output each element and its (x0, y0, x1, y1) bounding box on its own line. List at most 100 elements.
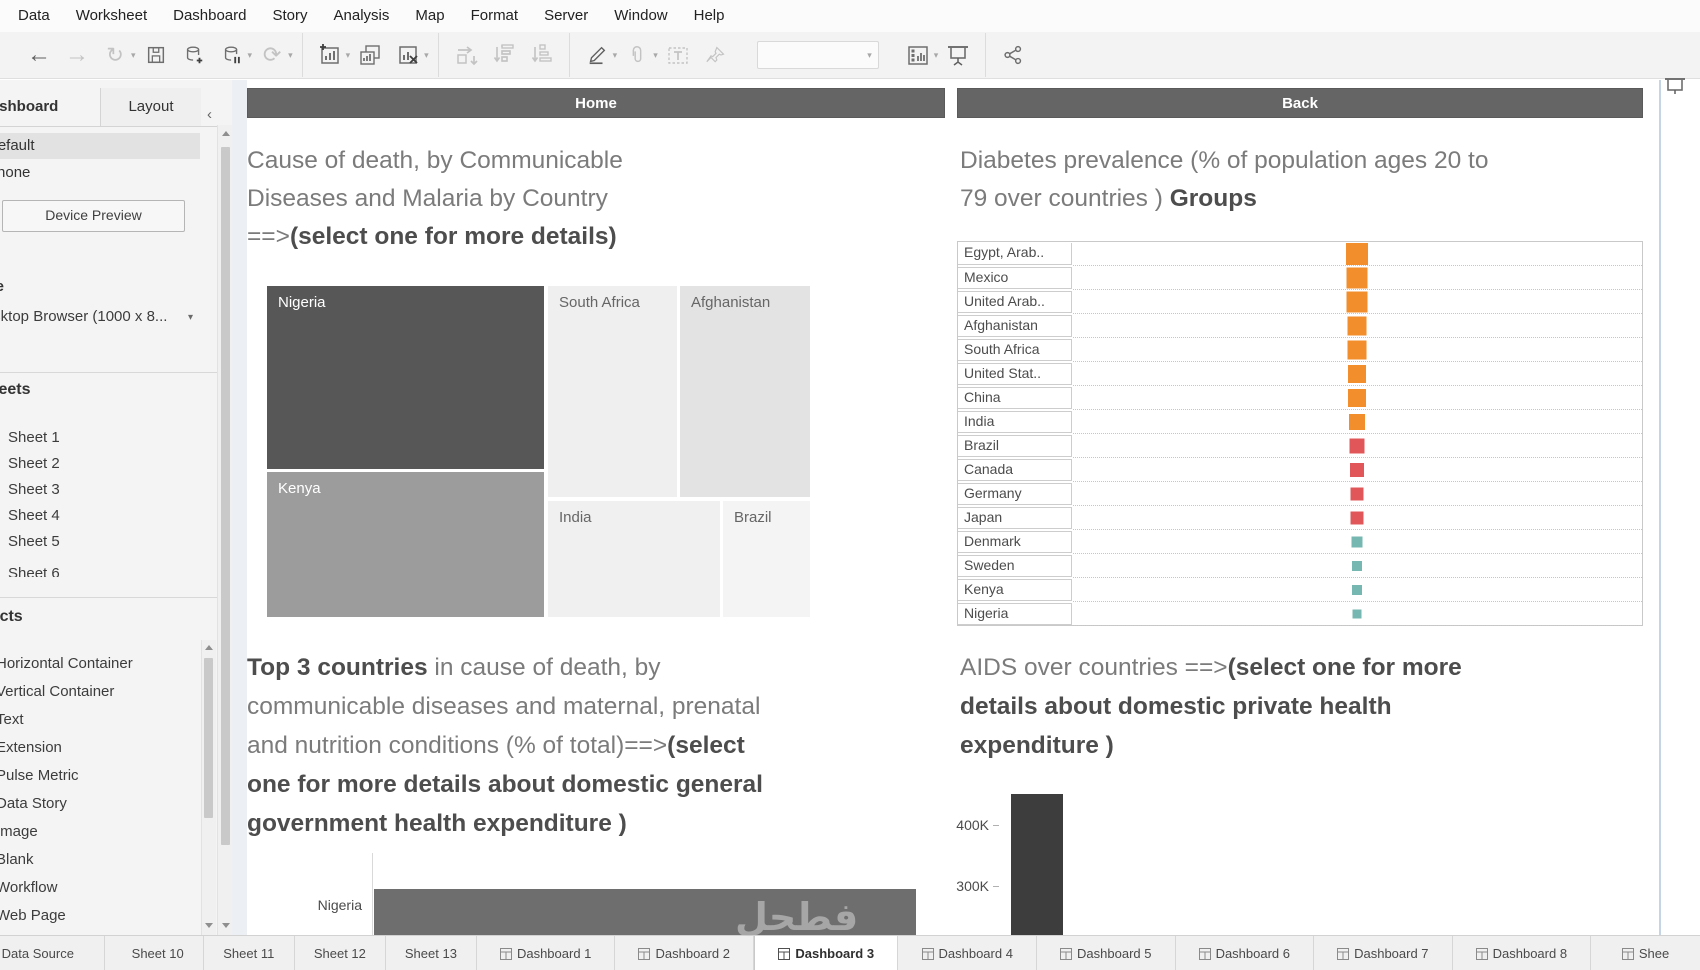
diabetes-square-mark[interactable] (1350, 462, 1364, 477)
scroll-down-icon[interactable] (222, 923, 230, 928)
back-icon[interactable]: ← (24, 38, 54, 72)
menu-dashboard[interactable]: Dashboard (160, 0, 259, 32)
clear-caret-icon[interactable]: ▾ (424, 50, 429, 61)
object-item-image[interactable]: Image (0, 820, 38, 844)
treemap-block-india[interactable]: India (547, 500, 721, 618)
diabetes-square-mark[interactable] (1351, 536, 1363, 547)
tab-sheet-13[interactable]: Sheet 13 (385, 936, 477, 970)
sort-ascending-icon[interactable] (489, 38, 519, 72)
object-item-workflow[interactable]: Workflow (0, 876, 57, 900)
tab-sheet-clipped[interactable]: Shee (1591, 936, 1700, 970)
tab-layout[interactable]: Layout (100, 88, 201, 126)
fit-combobox[interactable]: ▾ (756, 41, 879, 69)
diabetes-square-mark[interactable] (1347, 340, 1367, 359)
home-nav-button[interactable]: Home (247, 88, 945, 118)
tab-dashboard[interactable]: Dashboard (0, 88, 98, 126)
treemap-block-nigeria[interactable]: Nigeria (266, 285, 545, 470)
treemap-block-kenya[interactable]: Kenya (266, 471, 545, 618)
sheet-list-item[interactable]: Sheet 4 (8, 504, 60, 528)
diabetes-square-mark[interactable] (1348, 364, 1366, 383)
diabetes-square-mark[interactable] (1352, 560, 1362, 571)
sheet-list-item[interactable]: Sheet 2 (8, 452, 60, 476)
scroll-down-icon[interactable] (205, 923, 213, 928)
forward-icon[interactable]: → (62, 38, 92, 72)
diabetes-square-mark[interactable] (1350, 511, 1364, 524)
pause-caret-icon[interactable]: ▾ (248, 50, 253, 61)
paperclip-caret-icon[interactable]: ▾ (653, 50, 658, 61)
refresh-icon[interactable]: ⟳ (257, 38, 287, 72)
new-worksheet-icon[interactable] (315, 38, 345, 72)
diabetes-square-mark[interactable] (1348, 388, 1366, 407)
tab-data-source[interactable]: Data Source (0, 936, 105, 970)
redo-icon[interactable]: ↻ (100, 38, 130, 72)
device-preview-button[interactable]: Device Preview (2, 200, 185, 232)
sheet-list-item-clipped[interactable]: Sheet 6 (8, 562, 128, 577)
monitor-icon[interactable] (1660, 70, 1690, 104)
sheet-list-item[interactable]: Sheet 3 (8, 478, 60, 502)
highlight-caret-icon[interactable]: ▾ (613, 50, 618, 61)
tab-dashboard-5[interactable]: Dashboard 5 (1037, 936, 1176, 970)
tab-sheet-12[interactable]: Sheet 12 (294, 936, 386, 970)
scrollbar-thumb[interactable] (221, 147, 230, 845)
diabetes-square-mark[interactable] (1346, 267, 1368, 288)
presentation-icon[interactable] (943, 38, 973, 72)
size-dropdown-caret-icon[interactable]: ▾ (188, 312, 193, 323)
tab-dashboard-7[interactable]: Dashboard 7 (1314, 936, 1453, 970)
paperclip-icon[interactable] (622, 38, 652, 72)
aids-bar[interactable] (1011, 794, 1063, 935)
size-mode-phone[interactable]: Phone (0, 160, 200, 186)
treemap-block-afghanistan[interactable]: Afghanistan (679, 285, 811, 498)
diabetes-square-mark[interactable] (1352, 609, 1362, 618)
tab-dashboard-4[interactable]: Dashboard 4 (898, 936, 1037, 970)
treemap-block-south-africa[interactable]: South Africa (547, 285, 678, 498)
fit-combobox-caret-icon[interactable]: ▾ (867, 50, 872, 61)
scroll-up-icon[interactable] (205, 645, 213, 650)
sort-descending-icon[interactable] (527, 38, 557, 72)
text-label-icon[interactable] (663, 38, 693, 72)
add-data-icon[interactable] (179, 38, 209, 72)
clear-worksheet-icon[interactable] (393, 38, 423, 72)
duplicate-icon[interactable] (355, 38, 385, 72)
menu-window[interactable]: Window (601, 0, 680, 32)
tab-dashboard-2[interactable]: Dashboard 2 (615, 936, 754, 970)
tab-dashboard-1[interactable]: Dashboard 1 (476, 936, 616, 970)
menu-story[interactable]: Story (260, 0, 321, 32)
size-dropdown[interactable]: Desktop Browser (1000 x 8... (0, 308, 214, 325)
menu-format[interactable]: Format (458, 0, 532, 32)
tab-sheet-10[interactable]: Sheet 10 (126, 936, 204, 970)
collapse-pane-icon[interactable]: ‹ (207, 106, 212, 123)
scrollbar-thumb[interactable] (204, 658, 213, 818)
tab-dashboard-6[interactable]: Dashboard 6 (1175, 936, 1315, 970)
diabetes-square-mark[interactable] (1346, 242, 1368, 265)
object-item-horizontal-container[interactable]: Horizontal Container (0, 652, 133, 676)
object-item-blank[interactable]: Blank (0, 848, 34, 872)
diabetes-square-mark[interactable] (1349, 438, 1365, 453)
diabetes-square-mark[interactable] (1349, 413, 1365, 430)
object-item-data-story[interactable]: Data Story (0, 792, 67, 816)
sheet-list-item[interactable]: Sheet 5 (8, 530, 60, 554)
pin-icon[interactable] (701, 38, 731, 72)
show-cards-caret-icon[interactable]: ▾ (934, 50, 939, 61)
objects-scrollbar[interactable] (201, 640, 216, 935)
menu-worksheet[interactable]: Worksheet (63, 0, 160, 32)
diabetes-square-mark[interactable] (1350, 487, 1364, 500)
object-item-web-page[interactable]: Web Page (0, 904, 66, 928)
save-icon[interactable] (141, 38, 171, 72)
menu-analysis[interactable]: Analysis (321, 0, 403, 32)
refresh-caret-icon[interactable]: ▾ (288, 50, 293, 61)
show-cards-icon[interactable] (903, 38, 933, 72)
menu-server[interactable]: Server (531, 0, 601, 32)
diabetes-square-mark[interactable] (1346, 291, 1368, 312)
tab-sheet-11[interactable]: Sheet 11 (203, 936, 295, 970)
menu-data[interactable]: Data (5, 0, 63, 32)
back-nav-button[interactable]: Back (957, 88, 1643, 118)
diabetes-square-mark[interactable] (1347, 316, 1367, 335)
swap-rows-columns-icon[interactable] (451, 38, 481, 72)
size-mode-default[interactable]: Default (0, 133, 200, 159)
tab-dashboard-8[interactable]: Dashboard 8 (1452, 936, 1592, 970)
treemap-block-brazil[interactable]: Brazil (722, 500, 811, 618)
tab-dashboard-3[interactable]: Dashboard 3 (753, 936, 899, 970)
diabetes-square-mark[interactable] (1352, 584, 1362, 595)
menu-map[interactable]: Map (402, 0, 457, 32)
object-item-pulse-metric[interactable]: Pulse Metric (0, 764, 79, 788)
